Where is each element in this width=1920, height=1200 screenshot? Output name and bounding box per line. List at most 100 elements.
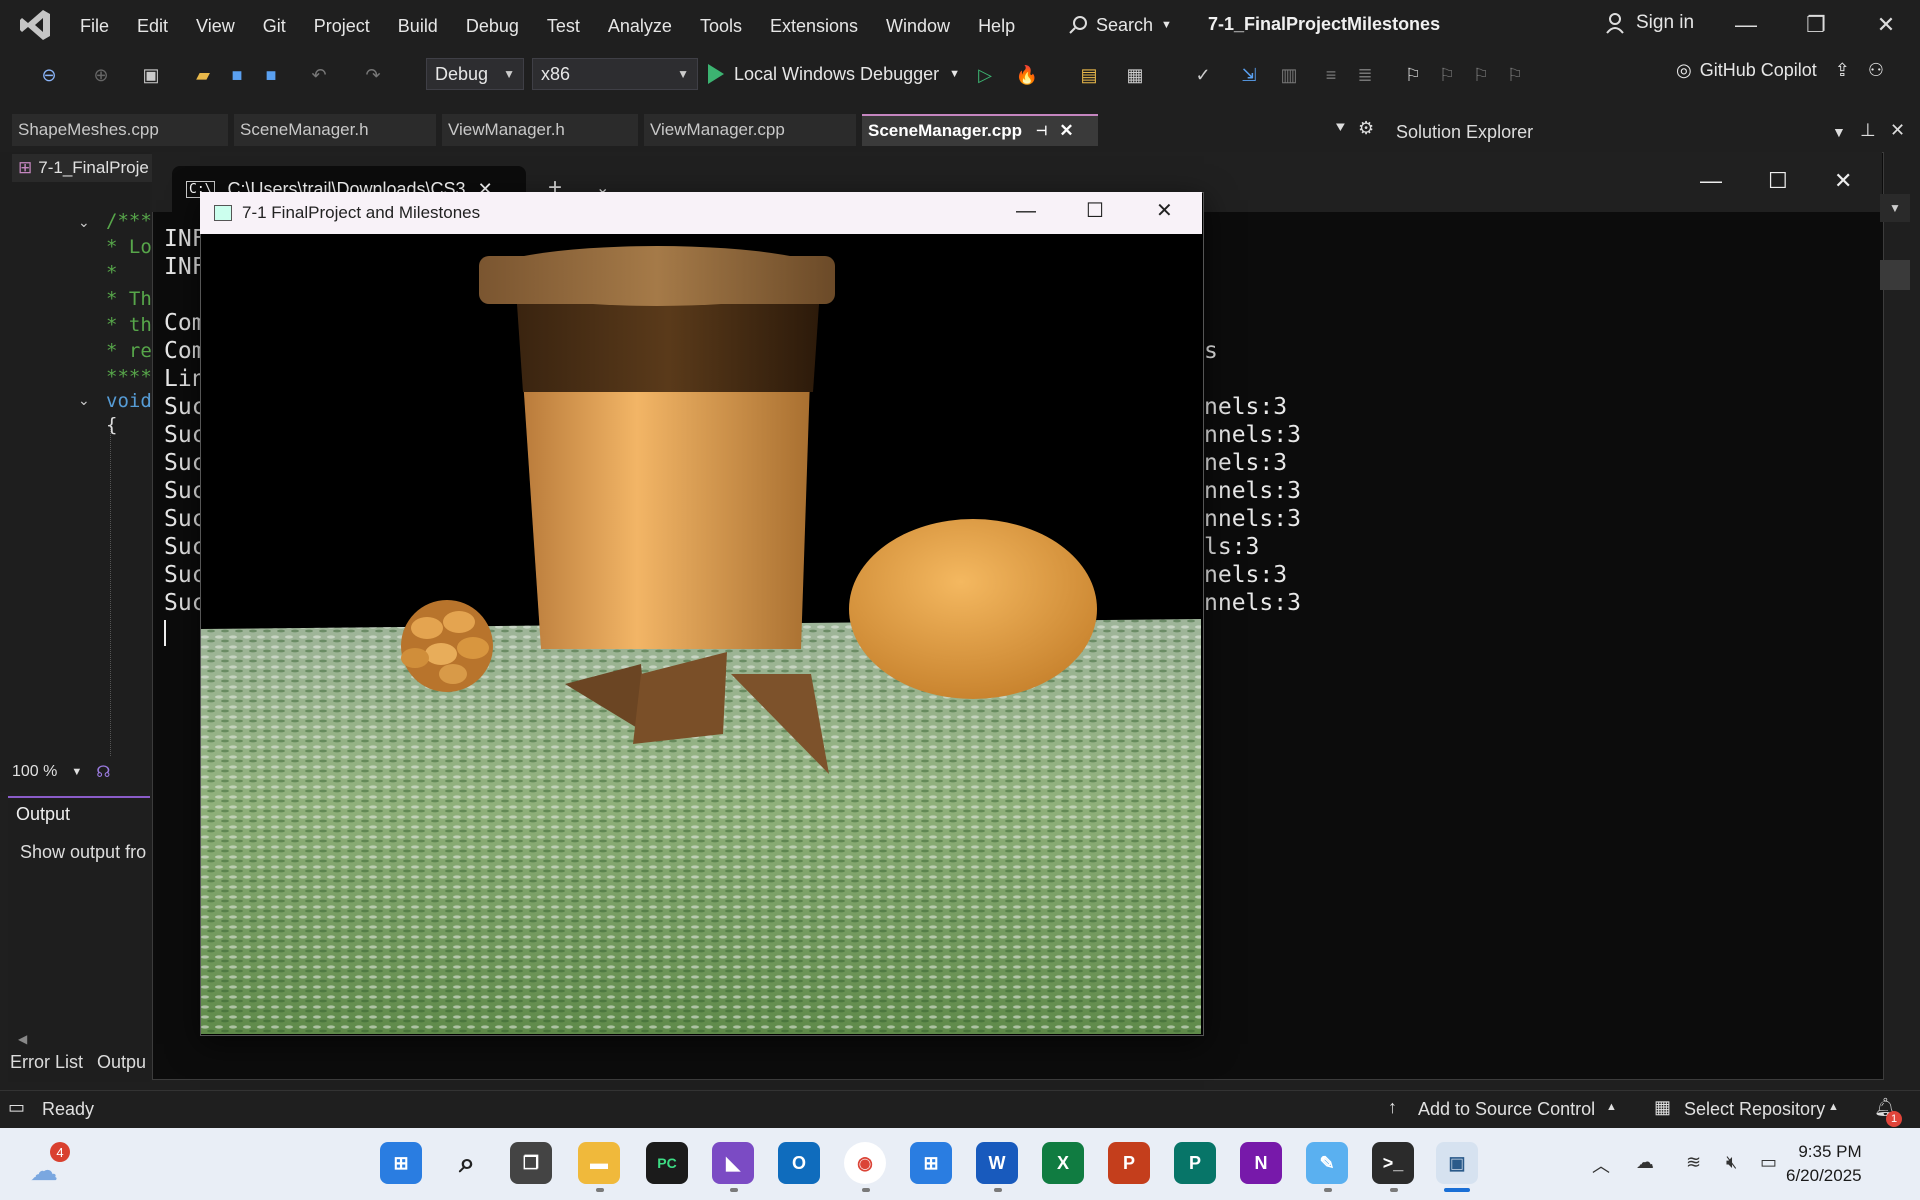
undo-icon[interactable]: ↶: [306, 62, 332, 88]
prev-bookmark-icon[interactable]: ⚐: [1434, 62, 1460, 88]
search-button[interactable]: Search ▼: [1068, 10, 1172, 40]
save-all-icon[interactable]: ■: [258, 62, 284, 88]
opengl-app-icon[interactable]: ▣: [1436, 1142, 1478, 1184]
scrollbar-arrow-icon[interactable]: ▼: [1880, 194, 1910, 222]
configuration-dropdown[interactable]: Debug ▼: [426, 58, 524, 90]
output-window-icon[interactable]: ▭: [8, 1097, 25, 1118]
menu-build[interactable]: Build: [384, 16, 452, 37]
feedback-icon[interactable]: ⚇: [1868, 60, 1884, 81]
spell-check-icon[interactable]: ✓: [1190, 62, 1216, 88]
file-explorer-icon[interactable]: ▬: [578, 1142, 620, 1184]
tab-output[interactable]: Outpu: [97, 1052, 146, 1073]
start-without-debugging-icon[interactable]: ▷: [972, 62, 998, 88]
outdent-icon[interactable]: ≣: [1352, 62, 1378, 88]
platform-dropdown[interactable]: x86 ▼: [532, 58, 698, 90]
word-icon[interactable]: W: [976, 1142, 1018, 1184]
new-item-icon[interactable]: ▣: [138, 62, 164, 88]
minimize-icon[interactable]: —: [1700, 168, 1722, 194]
weather-widget[interactable]: ☁ 4: [28, 1142, 70, 1186]
tab-dropdown-icon[interactable]: ⯆: [1334, 120, 1347, 138]
back-arrow-icon[interactable]: ⊖: [36, 62, 62, 88]
close-icon[interactable]: ✕: [1156, 198, 1173, 223]
outlook-icon[interactable]: O: [778, 1142, 820, 1184]
system-clock[interactable]: 9:35 PM 6/20/2025: [1786, 1140, 1862, 1188]
project-navigation-dropdown[interactable]: ⊞ 7-1_FinalProje: [12, 154, 155, 182]
layout-icon[interactable]: ▦: [1122, 62, 1148, 88]
menu-window[interactable]: Window: [872, 16, 964, 37]
task-view-icon[interactable]: ❐: [510, 1142, 552, 1184]
pin-icon[interactable]: ⊥: [1860, 120, 1876, 141]
gear-icon[interactable]: ⚙: [1358, 118, 1374, 139]
collapse-icon[interactable]: ⌄: [78, 214, 90, 231]
powerpoint-icon[interactable]: P: [1108, 1142, 1150, 1184]
minimize-icon[interactable]: —: [1016, 200, 1036, 223]
chevron-down-icon[interactable]: ▼: [1832, 124, 1846, 140]
tab-viewmanager-h[interactable]: ViewManager.h: [442, 114, 638, 146]
step-icon[interactable]: ⇲: [1236, 62, 1262, 88]
compare-icon[interactable]: ▥: [1276, 62, 1302, 88]
close-icon[interactable]: ✕: [1890, 120, 1905, 141]
scroll-left-icon[interactable]: ◀: [18, 1032, 27, 1046]
wifi-icon[interactable]: ≋: [1686, 1152, 1701, 1173]
collapse-icon[interactable]: ⌄: [78, 392, 90, 409]
tab-viewmanager-cpp[interactable]: ViewManager.cpp: [644, 114, 856, 146]
search-icon[interactable]: ⌕: [446, 1142, 488, 1184]
chevron-up-icon[interactable]: ︿: [1592, 1152, 1610, 1178]
menu-extensions[interactable]: Extensions: [756, 16, 872, 37]
paint-icon[interactable]: ✎: [1306, 1142, 1348, 1184]
indent-icon[interactable]: ≡: [1318, 62, 1344, 88]
select-repository-button[interactable]: Select Repository: [1684, 1099, 1825, 1120]
close-tab-icon[interactable]: ✕: [1059, 121, 1073, 141]
onenote-icon[interactable]: N: [1240, 1142, 1282, 1184]
close-icon[interactable]: ✕: [1834, 168, 1852, 194]
pin-icon[interactable]: ⊣: [1036, 123, 1047, 139]
menu-help[interactable]: Help: [964, 16, 1029, 37]
tab-error-list[interactable]: Error List: [10, 1052, 83, 1073]
menu-test[interactable]: Test: [533, 16, 594, 37]
add-to-source-control-button[interactable]: Add to Source Control: [1418, 1099, 1595, 1120]
battery-icon[interactable]: ▭: [1760, 1152, 1777, 1173]
forward-arrow-icon[interactable]: ⊕: [88, 62, 114, 88]
tab-scenemanager-cpp[interactable]: SceneManager.cpp ⊣ ✕: [862, 114, 1098, 146]
save-icon[interactable]: ■: [224, 62, 250, 88]
menu-debug[interactable]: Debug: [452, 16, 533, 37]
sign-in-button[interactable]: Sign in: [1606, 12, 1694, 34]
folder-icon[interactable]: ▤: [1076, 62, 1102, 88]
3d-scene-render[interactable]: [201, 234, 1201, 1034]
redo-icon[interactable]: ↷: [360, 62, 386, 88]
onedrive-icon[interactable]: ☁: [1636, 1152, 1654, 1173]
minimize-button[interactable]: —: [1722, 8, 1770, 42]
close-button[interactable]: ✕: [1862, 8, 1910, 42]
menu-git[interactable]: Git: [249, 16, 300, 37]
start-debugging-button[interactable]: Local Windows Debugger ▼: [708, 58, 960, 90]
menu-view[interactable]: View: [182, 16, 249, 37]
maximize-icon[interactable]: ☐: [1086, 198, 1104, 223]
clear-bookmarks-icon[interactable]: ⚐: [1502, 62, 1528, 88]
menu-edit[interactable]: Edit: [123, 16, 182, 37]
tab-shapemeshes-cpp[interactable]: ShapeMeshes.cpp: [12, 114, 228, 146]
terminal-icon[interactable]: >_: [1372, 1142, 1414, 1184]
maximize-icon[interactable]: ☐: [1768, 168, 1788, 194]
visual-studio-icon[interactable]: ◣: [712, 1142, 754, 1184]
next-bookmark-icon[interactable]: ⚐: [1468, 62, 1494, 88]
chrome-icon[interactable]: ◉: [844, 1142, 886, 1184]
pycharm-icon[interactable]: PC: [646, 1142, 688, 1184]
opengl-window-title-bar[interactable]: 7-1 FinalProject and Milestones — ☐ ✕: [200, 192, 1202, 234]
restore-button[interactable]: ❐: [1792, 8, 1840, 42]
publisher-icon[interactable]: P: [1174, 1142, 1216, 1184]
excel-icon[interactable]: X: [1042, 1142, 1084, 1184]
open-folder-icon[interactable]: ▰: [190, 62, 216, 88]
store-icon[interactable]: ⊞: [910, 1142, 952, 1184]
bookmark-icon[interactable]: ⚐: [1400, 62, 1426, 88]
volume-muted-icon[interactable]: 🔇︎: [1726, 1152, 1737, 1173]
menu-analyze[interactable]: Analyze: [594, 16, 686, 37]
hot-reload-icon[interactable]: 🔥: [1014, 62, 1040, 88]
start-button[interactable]: ⊞: [380, 1142, 422, 1184]
tab-scenemanager-h[interactable]: SceneManager.h: [234, 114, 436, 146]
menu-project[interactable]: Project: [300, 16, 384, 37]
menu-tools[interactable]: Tools: [686, 16, 756, 37]
menu-file[interactable]: File: [66, 16, 123, 37]
scrollbar-thumb[interactable]: [1880, 260, 1910, 290]
share-icon[interactable]: ⇪: [1835, 60, 1850, 81]
zoom-control[interactable]: 100 % ▼ ☊: [12, 760, 110, 784]
